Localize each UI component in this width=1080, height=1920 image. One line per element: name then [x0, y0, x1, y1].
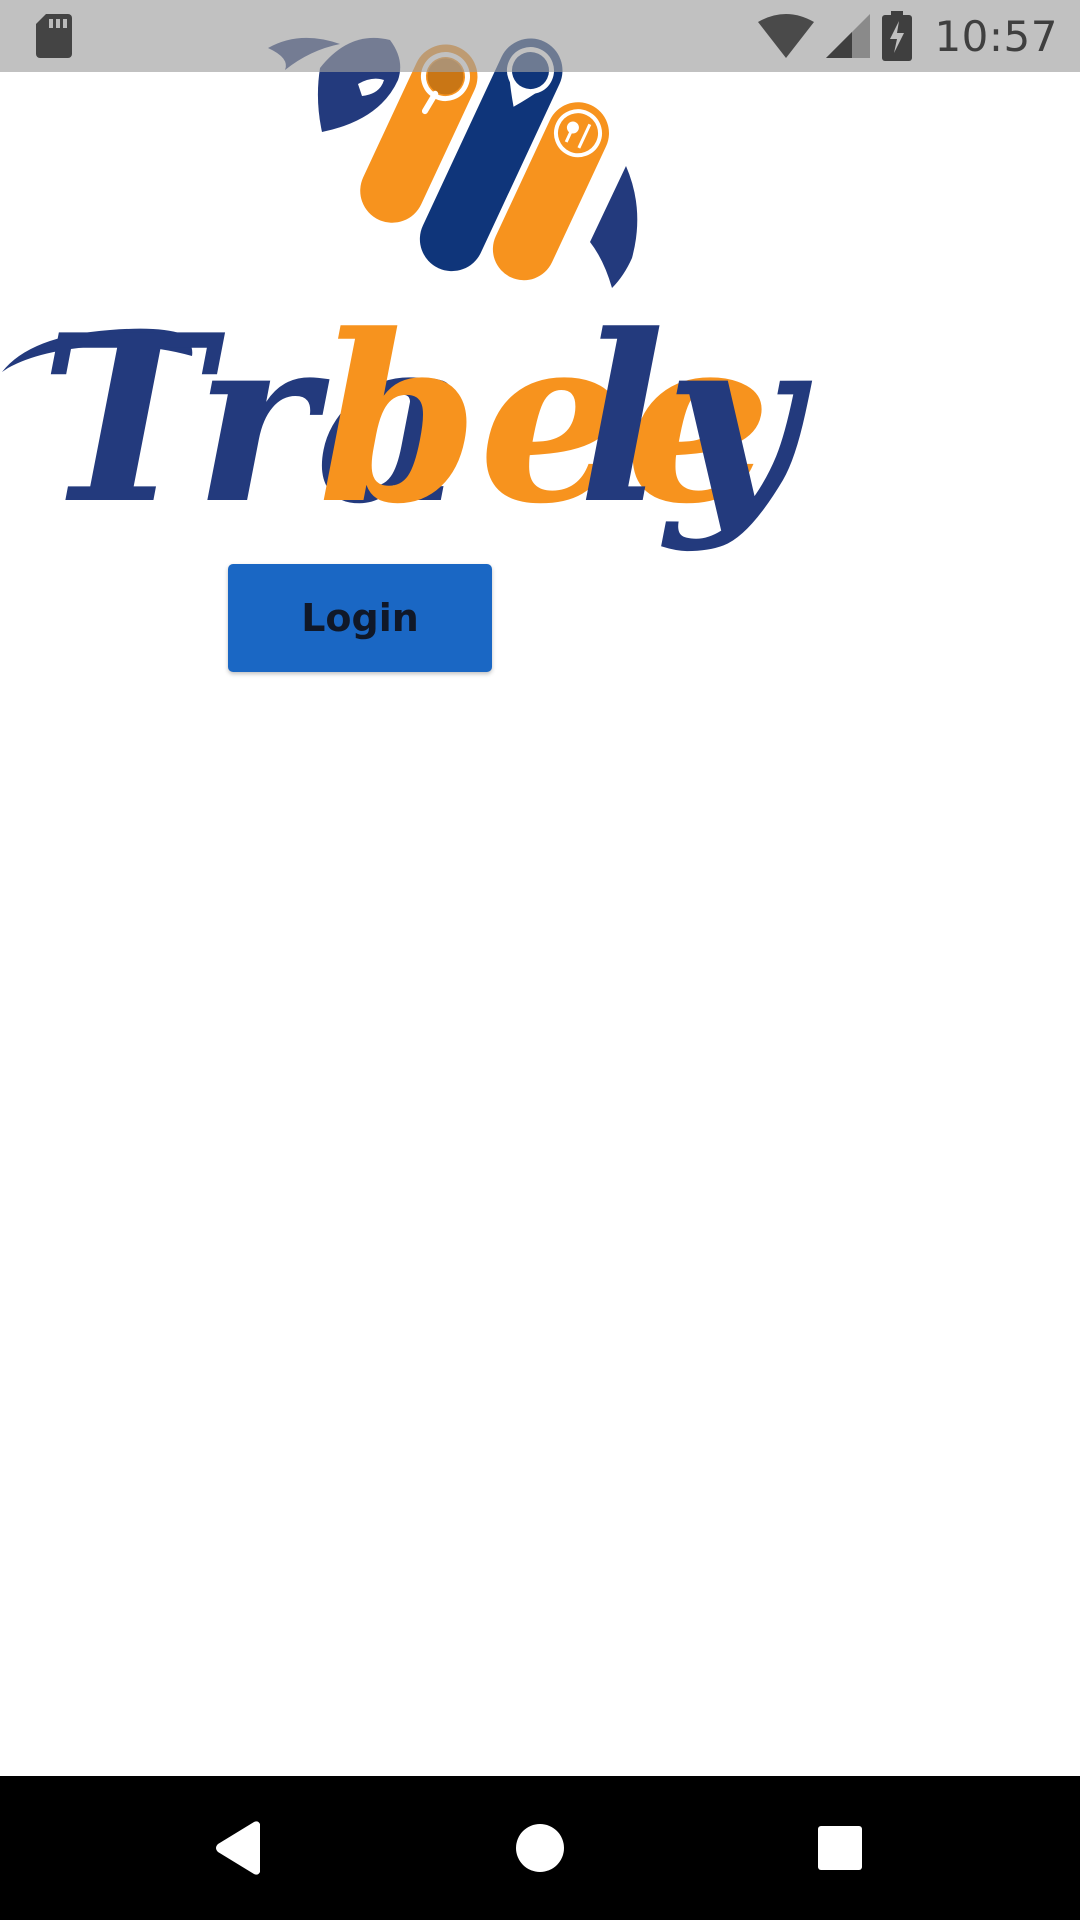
- login-button-label: Login: [301, 596, 419, 640]
- home-icon[interactable]: [510, 1818, 570, 1878]
- trabeely-logo-graphic: Tra bee ly: [2, 37, 812, 555]
- battery-charging-icon: [882, 11, 913, 61]
- status-icons: 10:57: [758, 8, 1058, 64]
- navigation-bar: [0, 1776, 1080, 1920]
- back-icon[interactable]: [210, 1818, 270, 1878]
- svg-text:ly: ly: [578, 285, 812, 555]
- status-bar: 10:57: [0, 0, 1080, 72]
- cell-signal-icon: [826, 14, 871, 58]
- clock: 10:57: [934, 11, 1058, 61]
- trabeely-logo: Tra bee ly: [0, 0, 1080, 560]
- wifi-icon: [758, 14, 815, 58]
- sd-card-icon: [36, 14, 72, 58]
- recents-icon[interactable]: [810, 1818, 870, 1878]
- login-button[interactable]: Login: [228, 564, 492, 672]
